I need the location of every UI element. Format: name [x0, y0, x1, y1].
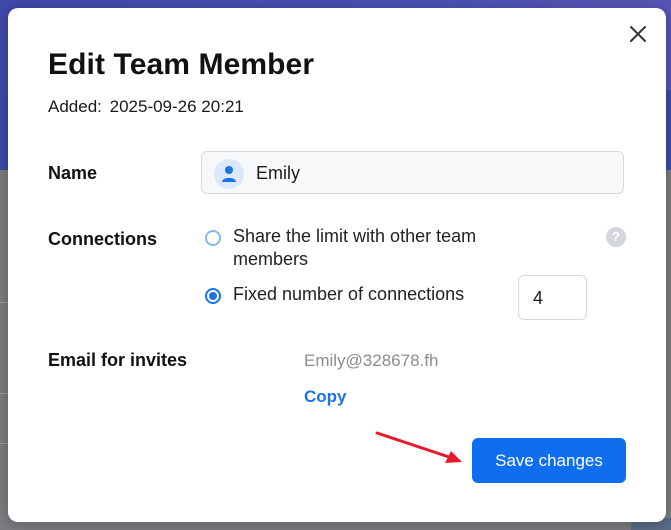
share-limit-label-line2: members	[233, 249, 309, 269]
name-value: Emily	[256, 163, 300, 183]
save-changes-button[interactable]: Save changes	[472, 438, 626, 483]
dialog-title: Edit Team Member	[48, 48, 315, 81]
share-limit-option-label[interactable]: Share the limit with other team members	[233, 225, 476, 271]
fixed-connections-radio[interactable]	[205, 288, 221, 304]
edit-team-member-dialog: Edit Team Member Added: 2025-09-26 20:21…	[8, 8, 666, 522]
added-label: Added:	[48, 97, 102, 116]
copy-link[interactable]: Copy	[304, 387, 347, 407]
added-timestamp: Added: 2025-09-26 20:21	[48, 97, 244, 117]
fixed-connections-label[interactable]: Fixed number of connections	[233, 283, 464, 306]
email-value: Emily@328678.fh	[304, 351, 439, 370]
share-limit-label-line1: Share the limit with other team	[233, 226, 477, 246]
close-icon	[630, 26, 646, 42]
connections-count-value: 4	[533, 288, 544, 308]
email-label: Email for invites	[48, 350, 188, 370]
name-label: Name	[48, 163, 98, 183]
added-value: 2025-09-26 20:21	[109, 97, 244, 116]
user-icon	[214, 159, 244, 189]
connections-label: Connections	[48, 229, 158, 249]
close-button[interactable]	[626, 22, 650, 46]
name-field[interactable]: Emily	[201, 151, 624, 194]
share-limit-radio[interactable]	[205, 230, 221, 246]
annotation-arrow-icon	[375, 431, 462, 463]
help-icon[interactable]: ?	[606, 227, 626, 247]
connections-count-input[interactable]: 4	[518, 275, 587, 320]
